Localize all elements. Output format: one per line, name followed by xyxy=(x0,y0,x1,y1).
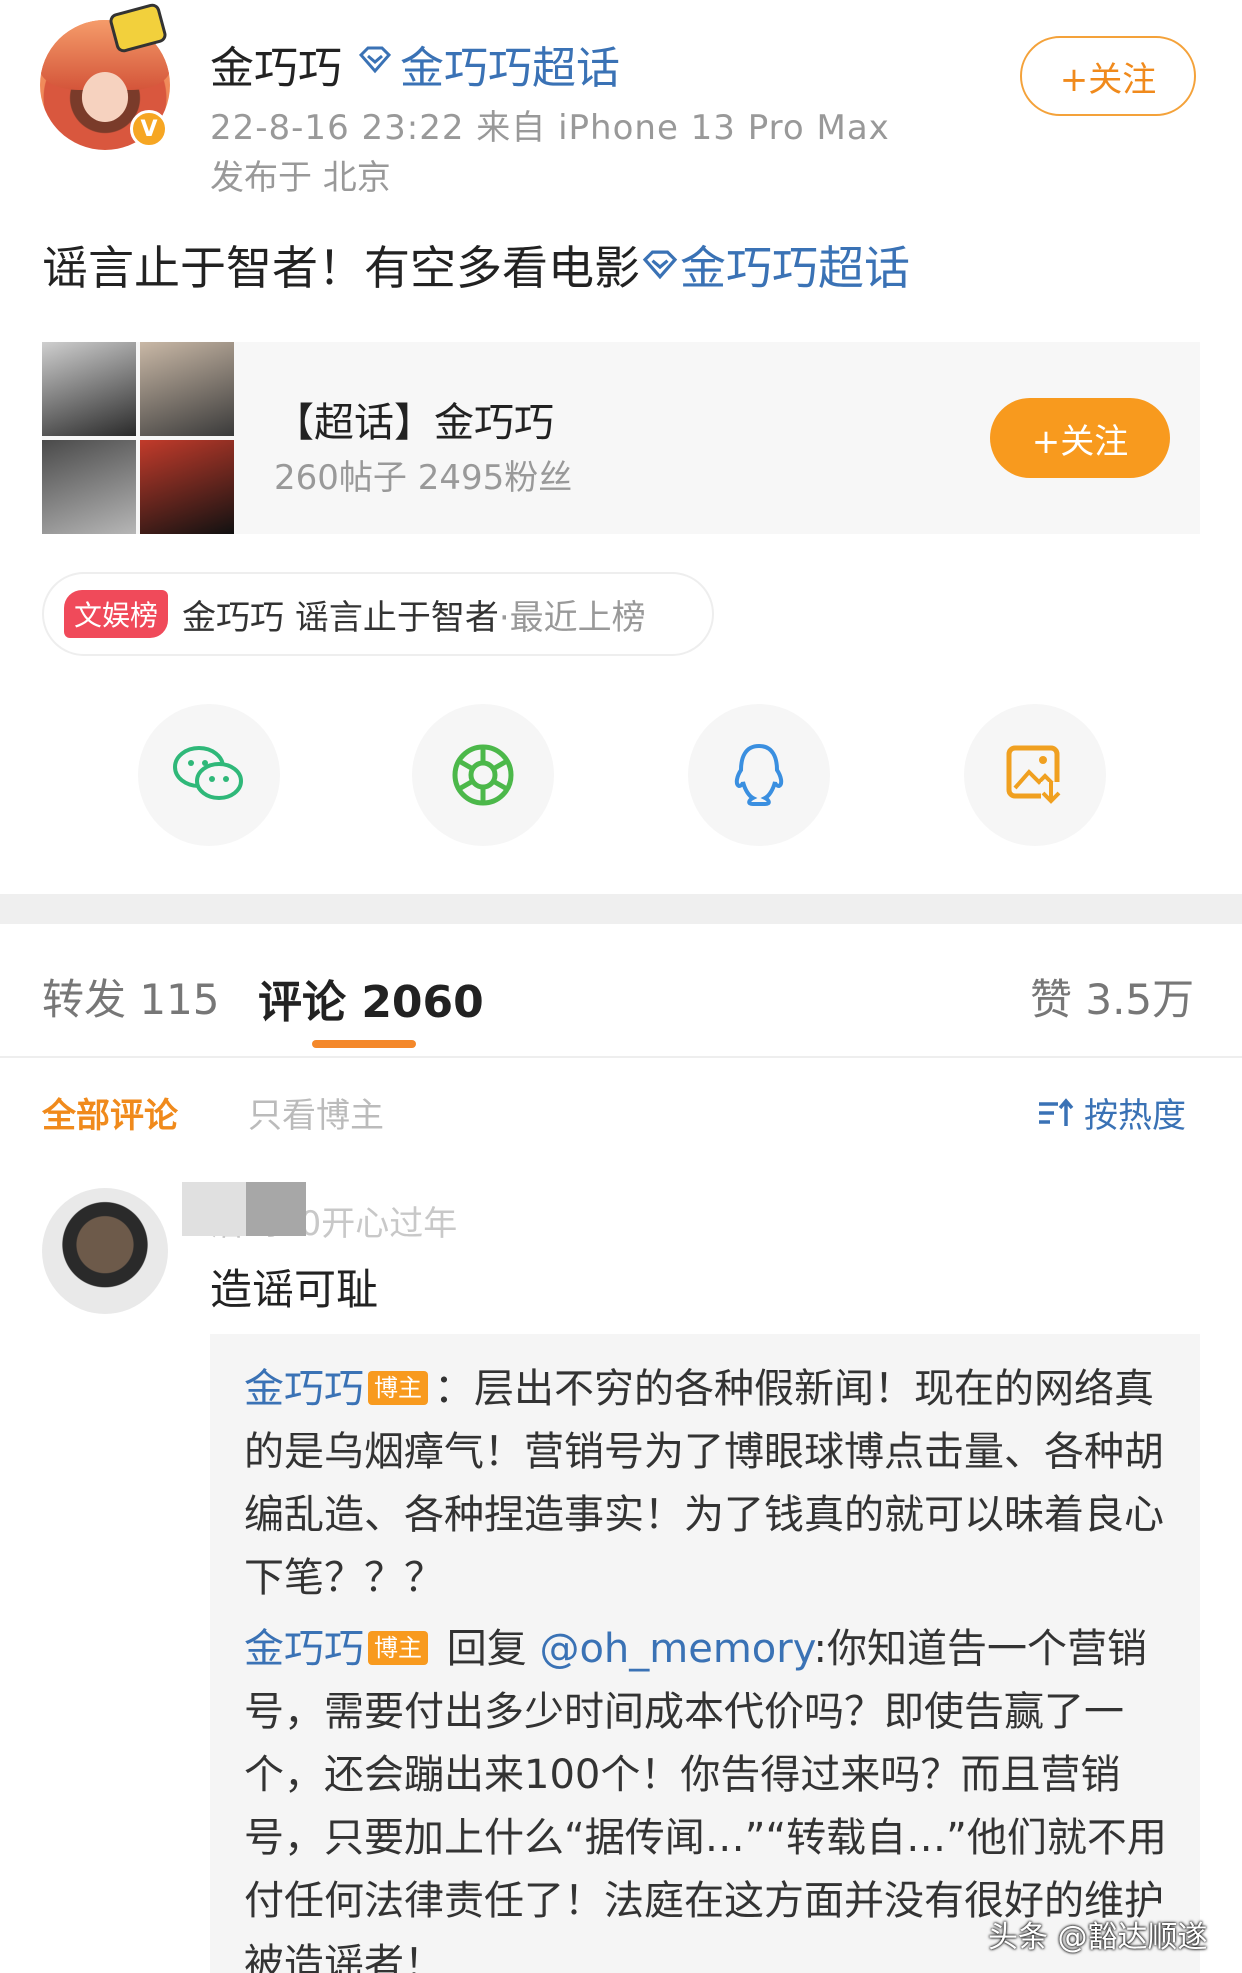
post-location: 发布于 北京 xyxy=(210,158,391,198)
share-moments-button[interactable] xyxy=(412,704,554,846)
wechat-icon xyxy=(173,746,243,800)
tab-repost[interactable]: 转发 115 xyxy=(42,966,220,1027)
sort-icon xyxy=(1039,1097,1074,1126)
name-mosaic xyxy=(246,1182,306,1236)
topic-thumbnail xyxy=(140,342,234,436)
topic-thumbnail xyxy=(140,440,234,534)
topic-card-title: 【超话】金巧巧 xyxy=(274,400,554,446)
post-topic-link[interactable]: 金巧巧超话 xyxy=(680,241,910,295)
section-divider xyxy=(0,894,1242,924)
reply-item: 金巧巧 博主 ：层出不穷的各种假新闻！现在的网络真的是乌烟瘴气！营销号为了博眼球博点… xyxy=(244,1358,1174,1610)
sort-label: 按热度 xyxy=(1084,1096,1186,1136)
super-topic-card[interactable]: 【超话】金巧巧 260帖子 2495粉丝 +关注 xyxy=(42,342,1200,534)
filter-all-comments[interactable]: 全部评论 xyxy=(42,1088,178,1137)
post-meta: 22-8-16 23:22 来自 iPhone 13 Pro Max xyxy=(210,108,890,148)
topic-thumbnail xyxy=(42,440,136,534)
follow-topic-button[interactable]: +关注 xyxy=(990,398,1170,478)
post-body: 谣言止于智者！有空多看电影 金巧巧超话 xyxy=(42,232,910,298)
reply-author[interactable]: 金巧巧 xyxy=(244,1366,364,1412)
save-image-icon xyxy=(1006,745,1063,804)
share-qq-button[interactable] xyxy=(688,704,830,846)
tab-like[interactable]: 赞 3.5万 xyxy=(1030,966,1194,1027)
super-topic-diamond-icon xyxy=(358,46,392,78)
post-text: 谣言止于智者！有空多看电影 xyxy=(42,241,640,295)
host-badge: 博主 xyxy=(368,1631,428,1665)
active-tab-indicator xyxy=(312,1040,416,1048)
qq-icon xyxy=(734,743,784,806)
sort-by-heat-button[interactable]: 按热度 xyxy=(1036,1088,1186,1137)
watermark: 头条 @豁达顺遂 xyxy=(988,1920,1208,1955)
host-badge: 博主 xyxy=(368,1371,428,1405)
save-image-button[interactable] xyxy=(964,704,1106,846)
ranking-suffix: ·最近上榜 xyxy=(498,597,646,638)
tabs-divider xyxy=(0,1056,1242,1058)
ranking-text: 金巧巧 谣言止于智者 xyxy=(182,597,499,638)
comment-text: 造谣可耻 xyxy=(210,1265,379,1314)
topic-card-stats: 260帖子 2495粉丝 xyxy=(274,458,573,498)
verified-badge-icon: V xyxy=(130,110,168,148)
commenter-avatar[interactable] xyxy=(42,1188,168,1314)
share-wechat-button[interactable] xyxy=(138,704,280,846)
topic-thumbnail xyxy=(42,342,136,436)
super-topic-diamond-icon xyxy=(640,237,680,291)
moments-icon xyxy=(452,744,514,806)
reply-author[interactable]: 金巧巧 xyxy=(244,1626,364,1672)
avatar-face xyxy=(82,72,128,122)
ranking-badge: 文娱榜 xyxy=(64,590,169,638)
filter-host-only[interactable]: 只看博主 xyxy=(248,1088,384,1137)
author-name[interactable]: 金巧巧 xyxy=(210,32,342,96)
ranking-chip[interactable]: 文娱榜 金巧巧 谣言止于智者 ·最近上榜 xyxy=(42,572,714,656)
mention-link[interactable]: @oh_memory xyxy=(539,1626,813,1672)
reply-thread[interactable]: 金巧巧 博主 ：层出不穷的各种假新闻！现在的网络真的是乌烟瘴气！营销号为了博眼球博点… xyxy=(210,1334,1200,1973)
tab-comment[interactable]: 评论 2060 xyxy=(258,966,484,1030)
author-topic-link[interactable]: 金巧巧超话 xyxy=(400,32,620,96)
follow-author-button[interactable]: +关注 xyxy=(1020,36,1196,116)
reply-word: 回复 xyxy=(434,1626,540,1672)
